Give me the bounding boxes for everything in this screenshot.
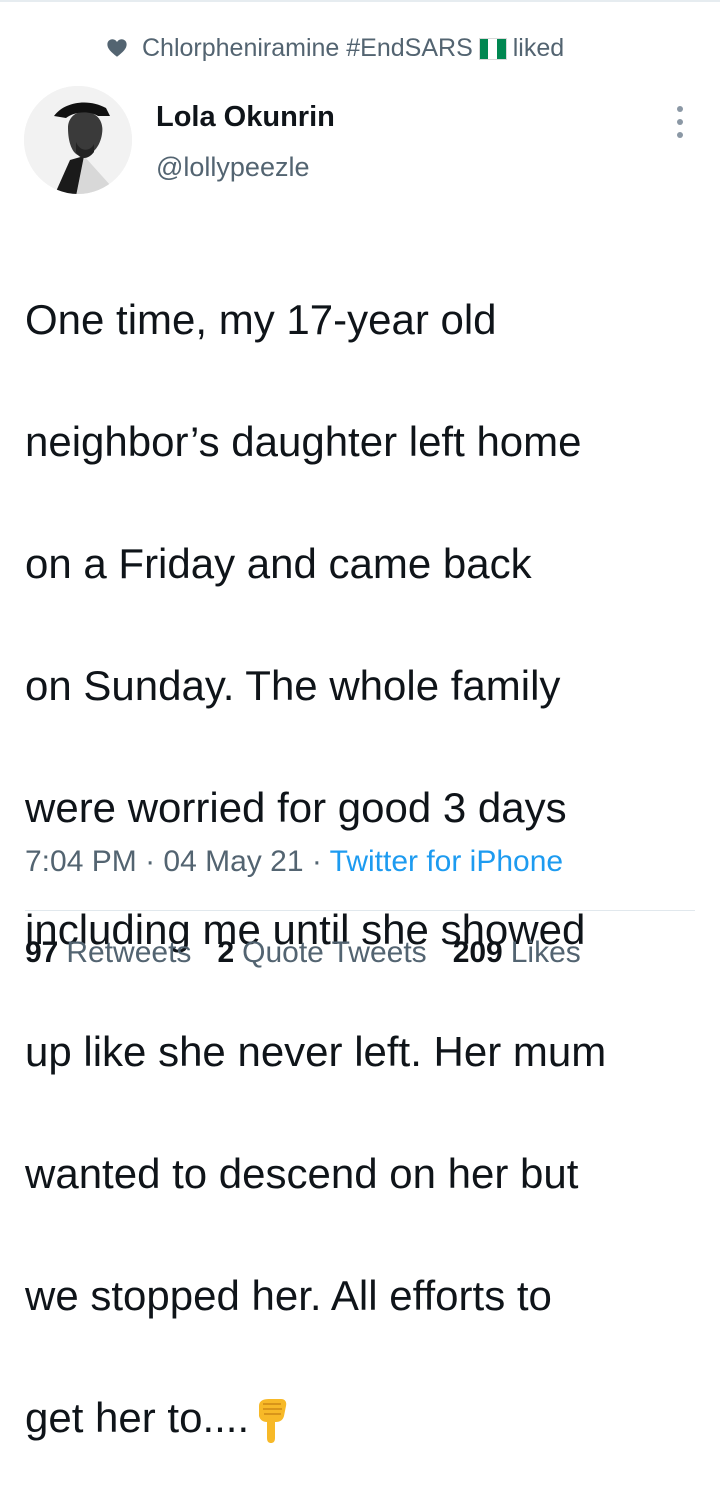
tweet-source-link[interactable]: Twitter for iPhone [330,845,563,878]
stats-divider [25,910,695,911]
tweet-line: on a Friday and came back [25,540,532,587]
tweet-date[interactable]: 04 May 21 [163,845,303,878]
tweet-line: get her to.... [25,1394,250,1441]
likes-count: 209 [452,936,503,969]
tweet-line: up like she never left. Her mum [25,1028,607,1075]
social-context-action: liked [512,33,565,62]
tweet-line: on Sunday. The whole family [25,662,561,709]
meta-separator: · [311,845,322,878]
quote-tweets-count: 2 [217,936,235,969]
tweet-line: we stopped her. All efforts to [25,1272,552,1319]
quote-tweets-stat[interactable]: 2 Quote Tweets [217,936,426,970]
tweet-line: neighbor’s daughter left home [25,418,582,465]
nigeria-flag-icon [478,37,507,60]
heart-icon [107,39,127,57]
social-context[interactable]: Chlorpheniramine #EndSARS liked [106,30,564,66]
avatar[interactable] [24,86,132,194]
quote-tweets-label: Quote Tweets [242,936,427,969]
meta-separator: · [145,845,156,878]
tweet-meta: 7:04 PM · 04 May 21 · Twitter for iPhone [25,845,563,879]
social-context-liker[interactable]: Chlorpheniramine #EndSARS [142,34,473,62]
tweet-line: were worried for good 3 days [25,784,567,831]
retweets-label: Retweets [66,936,192,969]
retweets-stat[interactable]: 97 Retweets [25,936,191,970]
likes-stat[interactable]: 209 Likes [453,936,581,970]
retweets-count: 97 [25,936,59,969]
top-divider [0,0,720,2]
tweet-time[interactable]: 7:04 PM [25,845,137,878]
user-name[interactable]: Lola Okunrin [156,101,335,134]
avatar-image [24,86,132,194]
likes-label: Likes [510,936,581,969]
tweet-stats: 97 Retweets 2 Quote Tweets 209 Likes [25,936,581,970]
pointing-down-emoji-icon [259,1399,287,1443]
tweet-line: One time, my 17-year old [25,296,497,343]
user-handle[interactable]: @lollypeezle [156,152,309,183]
tweet-line: wanted to descend on her but [25,1150,579,1197]
more-options-icon[interactable] [668,102,692,142]
